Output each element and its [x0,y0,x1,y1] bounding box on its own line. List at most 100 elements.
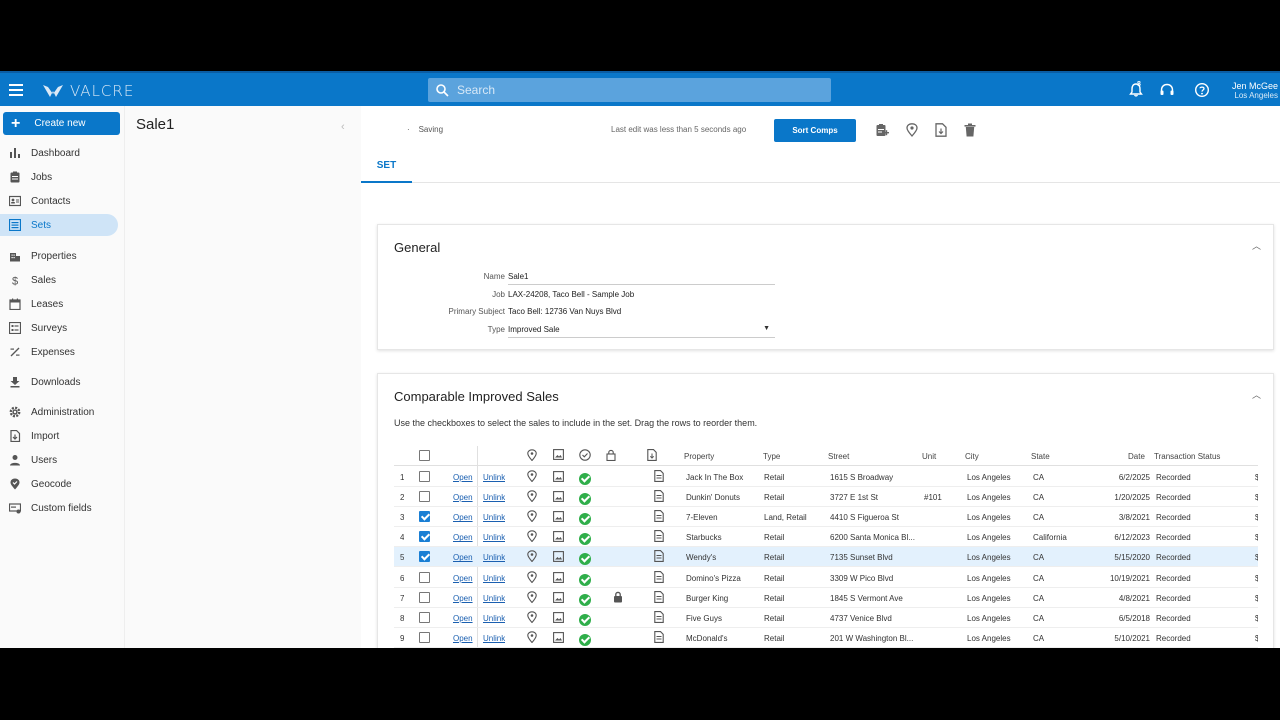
open-link[interactable]: Open [453,493,473,502]
clipboard-add-icon[interactable] [875,123,889,137]
open-link[interactable]: Open [453,634,473,643]
open-link[interactable]: Open [453,594,473,603]
location-pin-icon[interactable] [527,470,537,484]
sort-comps-button[interactable]: Sort Comps [774,119,856,142]
location-pin-icon[interactable] [527,610,537,625]
image-icon[interactable] [553,491,564,504]
image-icon[interactable] [553,471,564,484]
collapse-general-icon[interactable]: ︿ [1252,239,1261,252]
unlink-link[interactable]: Unlink [483,553,505,562]
logo[interactable]: VALCRE [42,81,134,101]
collapse-panel-icon[interactable]: ‹ [341,121,345,133]
image-icon[interactable] [553,511,564,524]
open-link[interactable]: Open [453,553,473,562]
document-column-icon[interactable] [647,449,657,461]
sidebar-item-downloads[interactable]: Downloads [0,371,118,393]
column-transaction-status[interactable]: Transaction Status [1154,452,1220,461]
column-type[interactable]: Type [763,452,780,461]
unlink-link[interactable]: Unlink [483,533,505,542]
sidebar-item-properties[interactable]: Properties [0,245,118,267]
sidebar-item-contacts[interactable]: Contacts [0,190,118,212]
image-icon[interactable] [553,631,564,645]
image-icon[interactable] [553,611,564,625]
sidebar-item-import[interactable]: Import [0,425,118,447]
document-icon[interactable] [654,490,664,504]
location-pin-icon[interactable] [527,550,537,564]
hamburger-menu-icon[interactable] [9,84,23,96]
sidebar-item-sets[interactable]: Sets [0,214,118,236]
type-select[interactable]: Improved Sale ▼ [508,325,775,338]
column-state[interactable]: State [1031,452,1050,461]
location-pin-icon[interactable] [527,490,537,504]
open-link[interactable]: Open [453,574,473,583]
open-link[interactable]: Open [453,513,473,522]
open-link[interactable]: Open [453,614,473,623]
column-city[interactable]: City [965,452,979,461]
row-checkbox[interactable] [419,631,430,643]
unlink-link[interactable]: Unlink [483,493,505,502]
unlink-link[interactable]: Unlink [483,594,505,603]
job-value[interactable]: LAX-24208, Taco Bell - Sample Job [508,290,775,299]
select-all-checkbox[interactable] [419,450,430,461]
create-new-button[interactable]: + Create new [3,112,120,135]
location-pin-icon[interactable] [527,631,537,645]
search-bar[interactable] [428,78,831,102]
search-input[interactable] [457,83,817,97]
row-checkbox[interactable] [419,471,430,482]
location-pin-icon[interactable] [527,530,537,544]
sidebar-item-dashboard[interactable]: Dashboard [0,142,118,164]
sidebar-item-administration[interactable]: Administration [0,401,118,423]
sidebar-item-geocode[interactable]: Geocode [0,473,118,495]
help-icon[interactable] [1194,82,1210,98]
collapse-comps-icon[interactable]: ︿ [1252,388,1261,401]
user-menu[interactable]: Jen McGee Los Angeles [1232,81,1278,101]
sidebar-item-leases[interactable]: Leases [0,293,118,315]
image-column-icon[interactable] [553,449,564,460]
image-icon[interactable] [553,531,564,544]
verified-column-icon[interactable] [579,449,591,461]
unlink-link[interactable]: Unlink [483,513,505,522]
row-checkbox[interactable] [419,611,430,623]
name-field[interactable]: Name Sale1 [378,269,778,285]
document-icon[interactable] [654,590,664,605]
sidebar-item-jobs[interactable]: Jobs [0,166,118,188]
sidebar-item-sales[interactable]: $ Sales [0,269,118,291]
sidebar-item-users[interactable]: Users [0,449,118,471]
bell-icon[interactable] [1128,82,1144,98]
primary-subject-value[interactable]: Taco Bell: 12736 Van Nuys Blvd [508,307,775,316]
row-checkbox[interactable] [419,491,430,503]
document-icon[interactable] [654,570,664,585]
table-row[interactable]: 1 Open Unlink Jack In The Box Retail 1615 S B… [394,467,1258,487]
type-field[interactable]: Type Improved Sale ▼ [378,322,778,338]
document-icon[interactable] [654,630,664,645]
trash-icon[interactable] [964,123,976,137]
location-pin-icon[interactable] [527,590,537,605]
tab-set[interactable]: SET [361,150,412,183]
unlink-link[interactable]: Unlink [483,634,505,643]
location-pin-icon[interactable] [527,510,537,524]
location-pin-icon[interactable] [906,123,918,137]
column-street[interactable]: Street [828,452,849,461]
table-row[interactable]: 6 Open Unlink Domino's Pizza Retail 3309 W Pi… [394,568,1258,588]
open-link[interactable]: Open [453,533,473,542]
sidebar-item-custom-fields[interactable]: Custom fields [0,497,118,519]
column-unit[interactable]: Unit [922,452,936,461]
document-icon[interactable] [654,610,664,625]
lock-column-icon[interactable] [606,449,616,461]
pin-column-icon[interactable] [527,449,537,461]
unlink-link[interactable]: Unlink [483,614,505,623]
table-row[interactable]: 5 Open Unlink Wendy's Retail 7135 Sunset Blvd… [394,547,1258,568]
document-icon[interactable] [654,550,664,564]
document-icon[interactable] [654,470,664,484]
unlink-link[interactable]: Unlink [483,473,505,482]
table-row[interactable]: 7 Open Unlink Burger King Retail 1845 S Vermo… [394,588,1258,608]
document-icon[interactable] [654,530,664,544]
headset-support-icon[interactable] [1159,82,1175,98]
table-row[interactable]: 4 Open Unlink Starbucks Retail 6200 Santa Mon… [394,527,1258,548]
open-link[interactable]: Open [453,473,473,482]
lock-icon[interactable] [613,591,623,605]
table-row[interactable]: 8 Open Unlink Five Guys Retail 4737 Venice Bl… [394,608,1258,628]
table-row[interactable]: 2 Open Unlink Dunkin' Donuts Retail 3727 E 1s… [394,487,1258,508]
name-input[interactable]: Sale1 [508,272,775,285]
column-date[interactable]: Date [1128,452,1145,461]
